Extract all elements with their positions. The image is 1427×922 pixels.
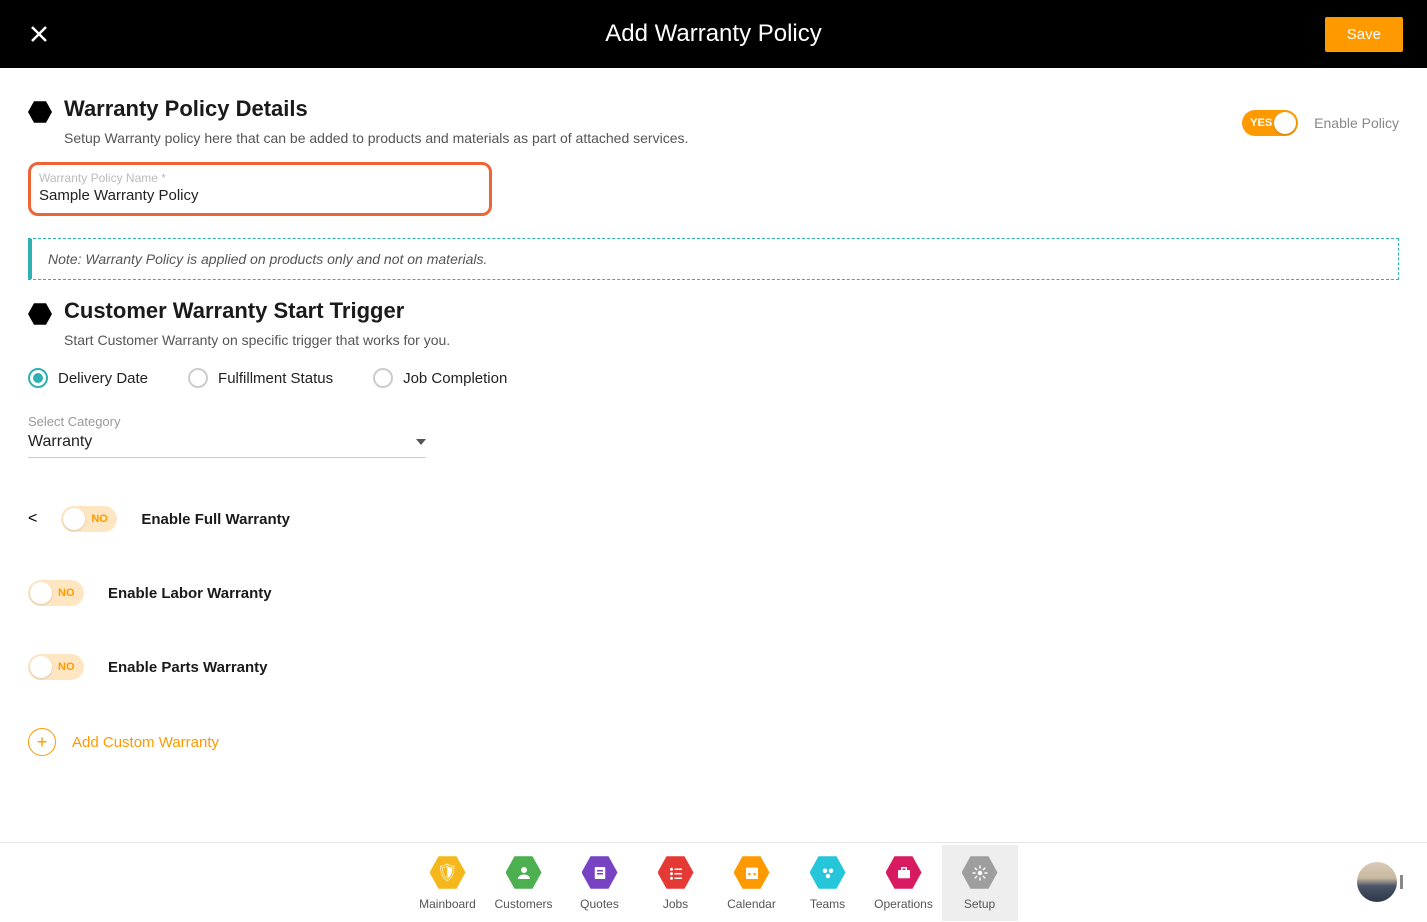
section-details-row: Warranty Policy Details Setup Warranty p… xyxy=(28,96,1399,150)
nav-teams[interactable]: Teams xyxy=(790,845,866,921)
category-select-wrap: Select Category Warranty xyxy=(28,414,426,458)
nav-label: Setup xyxy=(964,897,995,911)
radio-indicator xyxy=(373,368,393,388)
full-warranty-row: < NO Enable Full Warranty xyxy=(28,506,1399,532)
section-details-title: Warranty Policy Details xyxy=(64,96,688,122)
category-select[interactable]: Warranty xyxy=(28,429,426,458)
close-button[interactable] xyxy=(24,24,54,44)
category-select-label: Select Category xyxy=(28,414,426,429)
toggle-no-text: NO xyxy=(58,661,75,673)
toggle-yes-text: YES xyxy=(1250,117,1272,129)
radio-label: Job Completion xyxy=(403,370,507,387)
labor-warranty-row: NO Enable Labor Warranty xyxy=(28,580,1399,606)
parts-warranty-row: NO Enable Parts Warranty xyxy=(28,654,1399,680)
shield-icon: 🛡 xyxy=(430,855,466,891)
parts-warranty-toggle[interactable]: NO xyxy=(28,654,84,680)
section-trigger: Customer Warranty Start Trigger Start Cu… xyxy=(28,298,1399,756)
modal-content: Warranty Policy Details Setup Warranty p… xyxy=(0,68,1427,756)
nav-setup[interactable]: Setup xyxy=(942,845,1018,921)
nav-label: Jobs xyxy=(663,897,688,911)
nav-quotes[interactable]: Quotes xyxy=(562,845,638,921)
toggle-knob xyxy=(1274,112,1296,134)
full-warranty-label: Enable Full Warranty xyxy=(141,511,290,528)
add-custom-label: Add Custom Warranty xyxy=(72,734,219,751)
document-icon xyxy=(582,855,618,891)
radio-label: Fulfillment Status xyxy=(218,370,333,387)
calendar-icon xyxy=(734,855,770,891)
enable-policy-group: YES Enable Policy xyxy=(1242,110,1399,136)
add-custom-warranty-button[interactable]: + Add Custom Warranty xyxy=(28,728,1399,756)
nav-label: Quotes xyxy=(580,897,619,911)
radio-job-completion[interactable]: Job Completion xyxy=(373,368,507,388)
nav-label: Teams xyxy=(810,897,845,911)
nav-label: Calendar xyxy=(727,897,776,911)
note-box: Note: Warranty Policy is applied on prod… xyxy=(28,238,1399,280)
section-trigger-subtitle: Start Customer Warranty on specific trig… xyxy=(64,332,1399,348)
category-select-value: Warranty xyxy=(28,433,92,451)
policy-name-label: Warranty Policy Name * xyxy=(39,171,481,185)
policy-name-field[interactable]: Warranty Policy Name * xyxy=(28,162,492,216)
nav-calendar[interactable]: Calendar xyxy=(714,845,790,921)
modal-header: Add Warranty Policy Save xyxy=(0,0,1427,68)
radio-indicator xyxy=(28,368,48,388)
enable-policy-toggle[interactable]: YES xyxy=(1242,110,1298,136)
nav-operations[interactable]: Operations xyxy=(866,845,942,921)
radio-indicator xyxy=(188,368,208,388)
list-icon xyxy=(658,855,694,891)
section-details-subtitle: Setup Warranty policy here that can be a… xyxy=(64,130,688,146)
briefcase-icon xyxy=(886,855,922,891)
gear-icon xyxy=(962,855,998,891)
toggle-no-text: NO xyxy=(91,513,108,525)
section-details-header: Warranty Policy Details Setup Warranty p… xyxy=(28,96,688,146)
labor-warranty-label: Enable Labor Warranty xyxy=(108,585,272,602)
radio-fulfillment-status[interactable]: Fulfillment Status xyxy=(188,368,333,388)
nav-mainboard[interactable]: 🛡 Mainboard xyxy=(410,845,486,921)
section-trigger-header: Customer Warranty Start Trigger Start Cu… xyxy=(28,298,1399,348)
user-avatar[interactable] xyxy=(1357,862,1397,902)
policy-name-input[interactable] xyxy=(39,187,481,204)
close-icon xyxy=(29,24,49,44)
hexagon-icon xyxy=(28,302,52,326)
nav-customers[interactable]: Customers xyxy=(486,845,562,921)
parts-warranty-label: Enable Parts Warranty xyxy=(108,659,268,676)
modal-title: Add Warranty Policy xyxy=(605,20,822,48)
bottom-nav: 🛡 Mainboard Customers Quotes Jobs Calend… xyxy=(0,842,1427,922)
toggle-no-text: NO xyxy=(58,587,75,599)
nav-jobs[interactable]: Jobs xyxy=(638,845,714,921)
labor-warranty-toggle[interactable]: NO xyxy=(28,580,84,606)
toggle-knob xyxy=(63,508,85,530)
nav-label: Mainboard xyxy=(419,897,476,911)
save-button[interactable]: Save xyxy=(1325,17,1403,52)
person-icon xyxy=(506,855,542,891)
section-title-wrap: Customer Warranty Start Trigger Start Cu… xyxy=(64,298,1399,348)
nav-label: Operations xyxy=(874,897,933,911)
plus-icon: + xyxy=(28,728,56,756)
enable-policy-label: Enable Policy xyxy=(1314,115,1399,131)
toggle-knob xyxy=(30,582,52,604)
trigger-radio-group: Delivery Date Fulfillment Status Job Com… xyxy=(28,368,1399,388)
radio-label: Delivery Date xyxy=(58,370,148,387)
nav-label: Customers xyxy=(494,897,552,911)
hexagon-icon xyxy=(28,100,52,124)
radio-delivery-date[interactable]: Delivery Date xyxy=(28,368,148,388)
section-trigger-title: Customer Warranty Start Trigger xyxy=(64,298,1399,324)
section-title-wrap: Warranty Policy Details Setup Warranty p… xyxy=(64,96,688,146)
teams-icon xyxy=(810,855,846,891)
toggle-knob xyxy=(30,656,52,678)
full-warranty-toggle[interactable]: NO xyxy=(61,506,117,532)
caret-down-icon xyxy=(416,439,426,445)
